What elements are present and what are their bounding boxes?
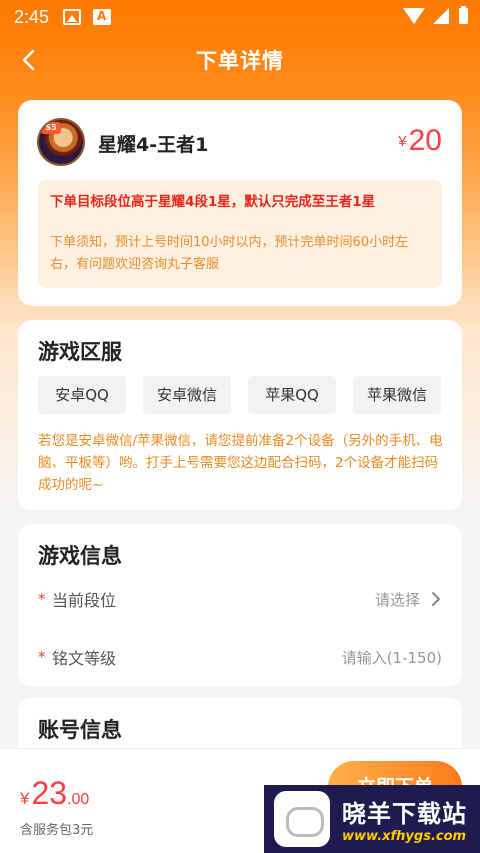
- app-notification-icon: [93, 9, 112, 25]
- total-decimal: .00: [67, 791, 90, 808]
- service-note: 含服务包3元: [20, 823, 94, 838]
- status-bar: 2:45: [0, 0, 480, 34]
- server-option-android-qq[interactable]: 安卓QQ: [38, 376, 126, 414]
- server-option-ios-qq[interactable]: 苹果QQ: [248, 376, 336, 414]
- page-title: 下单详情: [196, 49, 284, 73]
- watermark-url: www.xfhygs.com: [342, 829, 467, 844]
- server-options: 安卓QQ 安卓微信 苹果QQ 苹果微信: [38, 376, 441, 414]
- game-server-card: 游戏区服 安卓QQ 安卓微信 苹果QQ 苹果微信 若您是安卓微信/苹果微信，请您…: [18, 320, 462, 510]
- battery-icon: [459, 6, 468, 24]
- account-info-title: 账号信息: [38, 718, 122, 742]
- current-rank-label: 当前段位: [52, 591, 117, 610]
- avatar-badge: S5: [41, 122, 61, 134]
- server-tip: 若您是安卓微信/苹果微信，请您提前准备2个设备（另外的手机、电脑、平板等）哟。打…: [38, 433, 443, 493]
- game-info-card: 游戏信息 * 当前段位 请选择 * 铭文等级 请输入(1-150): [18, 524, 462, 686]
- signal-icon: [433, 8, 449, 24]
- required-mark: *: [38, 590, 46, 608]
- wifi-icon: [403, 8, 425, 24]
- server-option-ios-wechat[interactable]: 苹果微信: [353, 376, 441, 414]
- current-rank-field[interactable]: * 当前段位 请选择: [38, 584, 442, 614]
- photo-icon: [63, 9, 82, 25]
- server-option-android-wechat[interactable]: 安卓微信: [143, 376, 231, 414]
- total-currency: ¥: [20, 789, 30, 808]
- status-time: 2:45: [14, 6, 50, 27]
- price-currency: ¥: [398, 133, 407, 150]
- hero-avatar: S5: [37, 118, 85, 166]
- game-info-title: 游戏信息: [38, 544, 122, 568]
- total-int: 23: [31, 775, 68, 811]
- site-watermark: 晓羊下载站 www.xfhygs.com: [264, 785, 480, 853]
- back-arrow-icon[interactable]: [18, 48, 42, 72]
- inscription-level-input[interactable]: 请输入(1-150): [342, 647, 442, 668]
- price-value: 20: [408, 124, 442, 157]
- order-price: ¥20: [398, 124, 442, 158]
- watermark-logo-icon: [274, 791, 330, 847]
- inscription-level-field[interactable]: * 铭文等级 请输入(1-150): [38, 642, 442, 672]
- watermark-title: 晓羊下载站: [342, 800, 467, 828]
- notice-main: 下单目标段位高于星耀4段1星，默认只完成至王者1星: [50, 194, 376, 210]
- current-rank-placeholder: 请选择: [374, 590, 420, 609]
- order-notice: 下单目标段位高于星耀4段1星，默认只完成至王者1星 下单须知，预计上号时间10小…: [38, 180, 442, 288]
- nav-bar: 下单详情: [0, 34, 480, 86]
- order-summary-card: S5 星耀4-王者1 ¥20 下单目标段位高于星耀4段1星，默认只完成至王者1星…: [18, 100, 462, 306]
- total-price: ¥23.00: [20, 775, 89, 812]
- chevron-right-icon: [432, 592, 440, 606]
- rank-range: 星耀4-王者1: [98, 134, 209, 156]
- current-rank-select[interactable]: 请选择: [375, 589, 442, 610]
- inscription-level-label: 铭文等级: [52, 649, 117, 668]
- required-mark: *: [38, 648, 46, 666]
- notice-sub: 下单须知，预计上号时间10小时以内，预计完单时间60小时左右，有问题欢迎咨询丸子…: [50, 235, 409, 272]
- server-title: 游戏区服: [38, 340, 122, 364]
